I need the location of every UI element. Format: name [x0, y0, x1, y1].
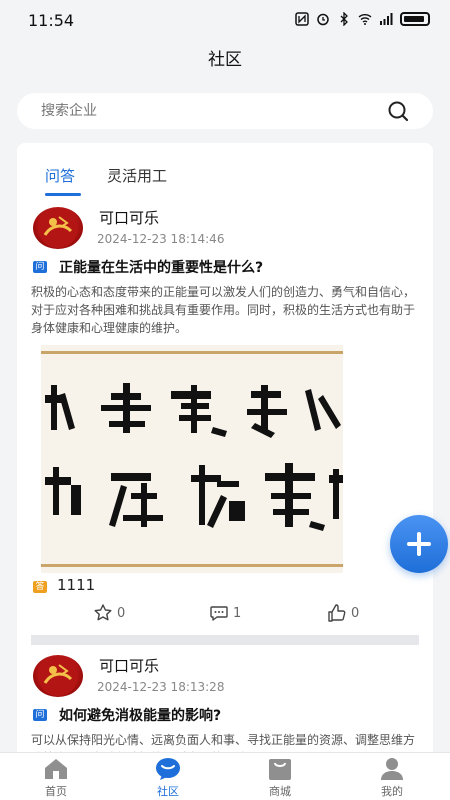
- tabbar-item-mall[interactable]: 商城: [240, 757, 320, 799]
- tabbar-item-home[interactable]: 首页: [16, 757, 96, 799]
- post-username: 可口可乐: [99, 209, 160, 227]
- like-action[interactable]: 0: [327, 603, 359, 623]
- tabbar-label: 商城: [269, 785, 291, 798]
- tab-bar: 问答 灵活用工: [17, 161, 433, 197]
- tabbar-label: 首页: [45, 785, 67, 798]
- status-time: 11:54: [28, 11, 75, 30]
- answer-badge: 答: [33, 581, 47, 593]
- post-timestamp: 2024-12-23 18:14:46: [97, 232, 225, 246]
- comment-icon: [210, 606, 228, 621]
- shopping-bag-icon: [269, 759, 291, 780]
- post-body: 积极的心态和态度带来的正能量可以激发人们的创造力、勇气和自信心，对于应对各种困难…: [31, 285, 416, 335]
- favorite-count: 0: [117, 605, 126, 621]
- battery-icon: [400, 12, 430, 26]
- status-bar: 11:54: [0, 0, 450, 40]
- search-icon[interactable]: [387, 100, 409, 122]
- calligraphy-image: [41, 345, 343, 573]
- post-timestamp: 2024-12-23 18:13:28: [97, 680, 225, 694]
- comment-count: 1: [233, 605, 242, 621]
- favorite-action[interactable]: 0: [93, 603, 125, 623]
- tabbar-label: 我的: [381, 785, 403, 798]
- tab-qa[interactable]: 问答: [45, 165, 75, 186]
- post-divider: [31, 635, 419, 645]
- comment-action[interactable]: 1: [209, 603, 241, 623]
- post-username: 可口可乐: [99, 657, 160, 675]
- like-count: 0: [351, 605, 360, 621]
- post-question[interactable]: 正能量在生活中的重要性是什么?: [59, 257, 263, 277]
- tab-active-indicator: [45, 193, 81, 196]
- avatar: [33, 655, 83, 697]
- answer-text: 1111: [57, 576, 96, 594]
- thumbs-up-icon: [328, 604, 346, 622]
- tabbar-item-profile[interactable]: 我的: [352, 757, 432, 799]
- question-badge: 问: [33, 261, 47, 273]
- alarm-icon: [317, 13, 329, 26]
- bottom-tab-bar: 首页 社区 商城 我的: [0, 752, 450, 800]
- avatar: [33, 207, 83, 249]
- post-question[interactable]: 如何避免消极能量的影响?: [59, 705, 221, 725]
- signal-icon: [380, 13, 393, 25]
- add-post-button[interactable]: [390, 515, 448, 573]
- tabbar-item-community[interactable]: 社区: [128, 757, 208, 799]
- wifi-icon: [358, 14, 372, 25]
- chat-bubble-icon: [156, 758, 180, 780]
- post-image[interactable]: [41, 345, 343, 573]
- home-icon: [45, 759, 67, 779]
- bluetooth-icon: [340, 12, 348, 26]
- star-icon: [94, 604, 112, 621]
- user-icon: [381, 758, 403, 780]
- nfc-icon: [295, 12, 309, 26]
- page-title: 社区: [0, 40, 450, 80]
- search-bar[interactable]: [17, 93, 433, 129]
- tab-flexible-work[interactable]: 灵活用工: [107, 165, 167, 186]
- question-badge: 问: [33, 709, 47, 721]
- status-icons: [295, 12, 430, 26]
- content-card: 问答 灵活用工 可口可乐 2024-12-23 18:14:46 问 正能量在生…: [17, 143, 433, 763]
- search-input[interactable]: [41, 93, 371, 129]
- tabbar-label: 社区: [157, 785, 179, 798]
